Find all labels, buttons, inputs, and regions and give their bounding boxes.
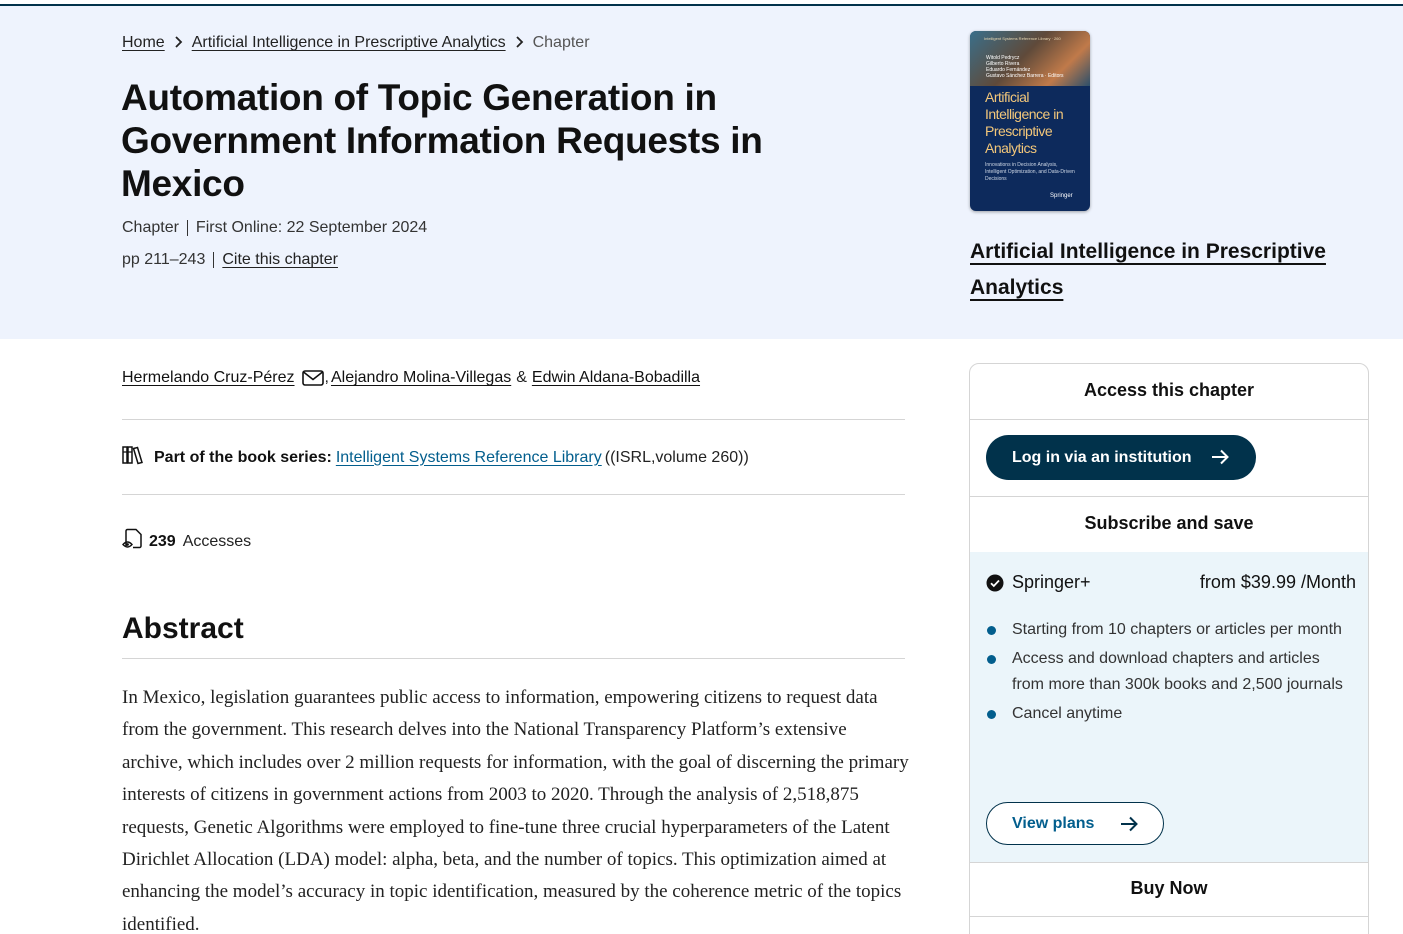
access-heading: Access this chapter — [1083, 380, 1255, 400]
divider — [122, 658, 905, 659]
chevron-right-icon — [174, 35, 183, 51]
author-link[interactable]: Hermelando Cruz-Pérez — [122, 369, 295, 387]
divider — [122, 494, 905, 495]
chevron-right-icon — [515, 35, 524, 51]
author-link[interactable]: Edwin Aldana-Bobadilla — [532, 369, 700, 387]
author-separator: , — [324, 369, 329, 386]
cover-editors: Witold Pedrycz Gilberto Rivera Eduardo F… — [986, 55, 1064, 79]
book-series-link[interactable]: Intelligent Systems Reference Library — [336, 449, 602, 467]
content-type: Chapter — [122, 219, 179, 236]
divider — [970, 916, 1368, 917]
author-list: Hermelando Cruz-Pérez , Alejandro Molina… — [122, 369, 700, 387]
book-cover-image[interactable]: Intelligent Systems Reference Library · … — [970, 31, 1090, 211]
book-series-volume: ((ISRL,volume 260)) — [604, 448, 749, 466]
plan-price: from $39.99 /Month — [1199, 572, 1356, 592]
breadcrumb: Home Artificial Intelligence in Prescrip… — [122, 34, 590, 52]
arrow-right-icon — [1210, 447, 1230, 472]
breadcrumb-current: Chapter — [532, 34, 590, 51]
divider — [970, 496, 1368, 497]
chapter-meta: Chapter First Online: 22 September 2024 — [122, 219, 427, 237]
cover-title: Artificial Intelligence in Prescriptive … — [985, 89, 1064, 156]
cover-series: Intelligent Systems Reference Library · … — [984, 36, 1061, 41]
plan-benefits: Starting from 10 chapters or articles pe… — [986, 617, 1356, 730]
list-item: Starting from 10 chapters or articles pe… — [986, 617, 1356, 643]
list-item: Access and download chapters and article… — [986, 646, 1356, 698]
bullet-icon — [987, 655, 996, 664]
divider — [970, 419, 1368, 420]
breadcrumb-book[interactable]: Artificial Intelligence in Prescriptive … — [192, 34, 506, 52]
bullet-icon — [987, 710, 996, 719]
book-series-icon — [122, 445, 146, 470]
benefit-text: Cancel anytime — [1012, 705, 1123, 722]
chapter-pages-row: pp 211–243 Cite this chapter — [122, 251, 338, 269]
book-series-label: Part of the book series: — [154, 448, 332, 466]
institution-login-label: Log in via an institution — [1012, 448, 1192, 466]
list-item: Cancel anytime — [986, 701, 1356, 727]
access-panel: Access this chapter Log in via an instit… — [969, 363, 1369, 934]
benefit-text: Starting from 10 chapters or articles pe… — [1012, 621, 1342, 638]
accesses-icon — [122, 528, 144, 555]
book-title-link[interactable]: Artificial Intelligence in Prescriptive … — [970, 234, 1370, 306]
plan-name: Springer+ — [1012, 572, 1091, 592]
abstract-heading: Abstract — [122, 612, 244, 645]
accesses-metric: 239 Accesses — [122, 528, 251, 555]
accesses-label: Accesses — [182, 532, 252, 550]
benefit-text: Access and download chapters and article… — [1012, 650, 1343, 693]
institution-login-button[interactable]: Log in via an institution — [986, 435, 1256, 480]
view-plans-button[interactable]: View plans — [986, 802, 1164, 845]
divider — [970, 862, 1368, 863]
view-plans-label: View plans — [1012, 814, 1095, 832]
first-online-date: First Online: 22 September 2024 — [195, 219, 428, 236]
page-range: pp 211–243 — [122, 251, 206, 268]
book-series-row: Part of the book series: Intelligent Sys… — [122, 445, 749, 470]
author-ampersand: & — [516, 369, 527, 386]
breadcrumb-home[interactable]: Home — [122, 34, 165, 52]
bullet-icon — [987, 626, 996, 635]
subscribe-heading: Subscribe and save — [1084, 513, 1254, 533]
check-circle-icon — [986, 574, 1004, 592]
divider — [213, 252, 215, 268]
arrow-right-icon — [1119, 814, 1139, 839]
buy-now-heading: Buy Now — [1130, 878, 1208, 898]
page-title: Automation of Topic Generation in Govern… — [121, 77, 763, 204]
cover-subtitle: Innovations in Decision Analysis, Intell… — [985, 162, 1075, 182]
email-icon[interactable] — [301, 370, 324, 386]
divider — [122, 419, 905, 420]
cover-publisher: Springer — [1050, 193, 1073, 199]
plan-row: Springer+ from $39.99 /Month — [986, 572, 1356, 593]
abstract-text: In Mexico, legislation guarantees public… — [122, 687, 909, 934]
divider — [186, 220, 188, 236]
author-link[interactable]: Alejandro Molina-Villegas — [331, 369, 511, 387]
accesses-count: 239 — [149, 532, 176, 550]
cite-chapter-link[interactable]: Cite this chapter — [222, 251, 338, 269]
